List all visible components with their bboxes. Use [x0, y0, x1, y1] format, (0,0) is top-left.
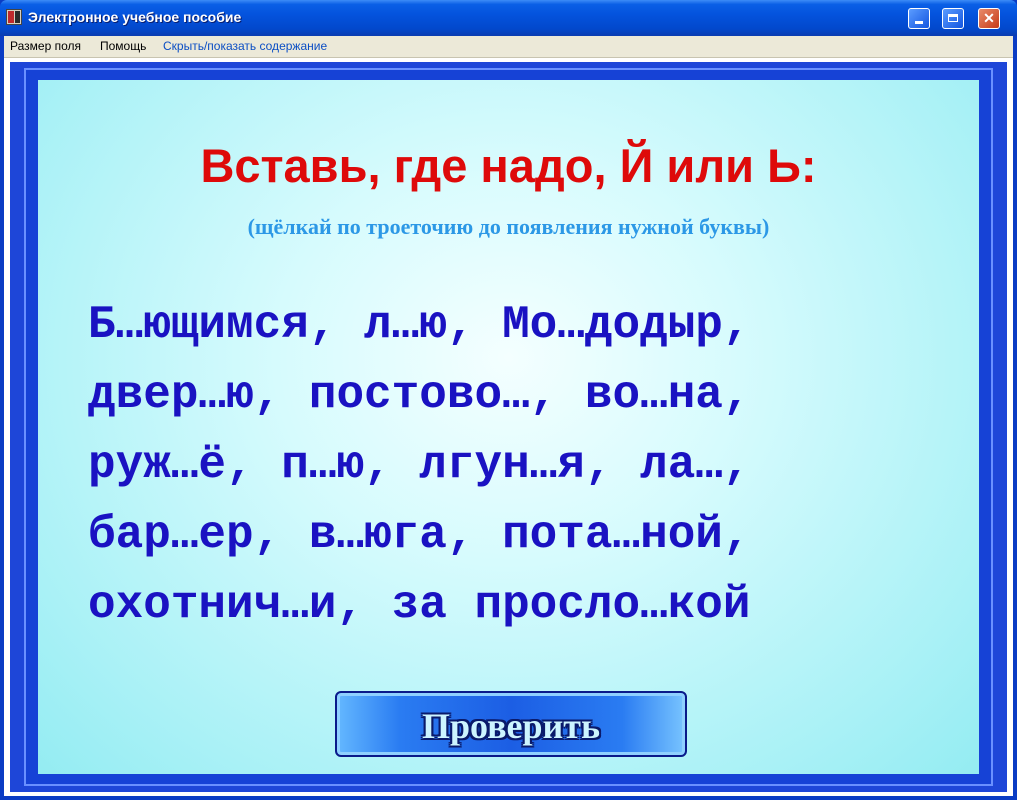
exercise-hint: (щёлкай по троеточию до появления нужной… — [247, 214, 770, 239]
menu-field-size[interactable]: Размер поля — [10, 39, 81, 53]
check-button[interactable]: Проверить — [335, 691, 687, 757]
exercise-text: Б…ющимся, л…ю, Мо…додыр, двер…ю, постово… — [88, 290, 948, 640]
maximize-button[interactable] — [942, 8, 964, 29]
exercise-heading: Вставь, где надо, Й или Ь: — [200, 139, 817, 192]
window-titlebar[interactable]: Электронное учебное пособие ✕ — [0, 0, 1017, 36]
outer-frame: Вставь, где надо, Й или Ь: (щёлкай по тр… — [10, 62, 1007, 792]
exercise-line[interactable]: Б…ющимся, л…ю, Мо…додыр, — [88, 290, 948, 360]
maximize-icon — [948, 14, 958, 22]
exercise-line[interactable]: бар…ер, в…юга, пота…ной, — [88, 500, 948, 570]
menu-toggle-contents[interactable]: Скрыть/показать содержание — [163, 39, 327, 53]
minimize-icon — [915, 21, 923, 24]
close-button[interactable]: ✕ — [978, 8, 1000, 29]
exercise-line[interactable]: двер…ю, постово…, во…на, — [88, 360, 948, 430]
close-icon: ✕ — [983, 10, 995, 26]
window-title: Электронное учебное пособие — [28, 9, 242, 25]
minimize-button[interactable] — [908, 8, 930, 29]
menu-help[interactable]: Помощь — [100, 39, 146, 53]
exercise-line[interactable]: руж…ё, п…ю, лгун…я, ла…, — [88, 430, 948, 500]
exercise-line[interactable]: охотнич…и, за просло…кой — [88, 570, 948, 640]
app-icon[interactable] — [6, 9, 22, 25]
exercise-panel: Вставь, где надо, Й или Ь: (щёлкай по тр… — [38, 80, 979, 774]
check-button-label: Проверить — [421, 706, 601, 746]
content-area: Вставь, где надо, Й или Ь: (щёлкай по тр… — [4, 58, 1013, 796]
menu-bar: Размер поля Помощь Скрыть/показать содер… — [4, 36, 1013, 58]
exercise-frame: Вставь, где надо, Й или Ь: (щёлкай по тр… — [24, 68, 993, 786]
